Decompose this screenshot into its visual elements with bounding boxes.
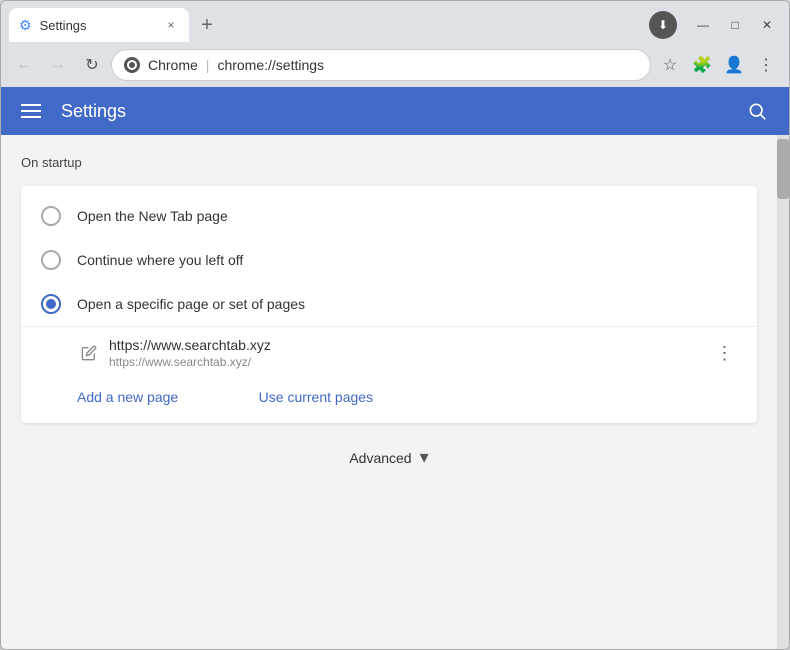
startup-option-newtab[interactable]: Open the New Tab page bbox=[21, 194, 757, 238]
hamburger-menu-button[interactable] bbox=[17, 100, 45, 122]
add-new-page-link[interactable]: Add a new page bbox=[21, 379, 198, 415]
on-startup-section: On startup Open the New Tab page Continu… bbox=[21, 155, 757, 423]
address-url-text: chrome://settings bbox=[217, 57, 638, 73]
radio-specific-label: Open a specific page or set of pages bbox=[77, 296, 305, 312]
radio-specific-fill bbox=[46, 299, 56, 309]
browser-frame: ⚙ Settings × + ⬇ — □ ✕ ← → ↻ Chrome | ch… bbox=[0, 0, 790, 650]
tab-favicon: ⚙ bbox=[19, 17, 32, 34]
radio-continue-label: Continue where you left off bbox=[77, 252, 243, 268]
minimize-button[interactable]: — bbox=[689, 11, 717, 39]
hamburger-line-1 bbox=[21, 104, 41, 106]
active-tab[interactable]: ⚙ Settings × bbox=[9, 8, 189, 42]
reload-button[interactable]: ↻ bbox=[77, 50, 107, 80]
settings-page-title: Settings bbox=[61, 101, 741, 122]
nav-actions: ☆ 🧩 👤 ⋮ bbox=[655, 50, 781, 80]
extensions-button[interactable]: 🧩 bbox=[687, 50, 717, 80]
hamburger-line-2 bbox=[21, 110, 41, 112]
browser-menu-button[interactable]: ⋮ bbox=[751, 50, 781, 80]
radio-continue[interactable] bbox=[41, 250, 61, 270]
settings-scroll-area[interactable]: On startup Open the New Tab page Continu… bbox=[1, 135, 777, 649]
startup-card: Open the New Tab page Continue where you… bbox=[21, 186, 757, 423]
scrollbar-thumb[interactable] bbox=[777, 139, 789, 199]
radio-newtab[interactable] bbox=[41, 206, 61, 226]
url-info: https://www.searchtab.xyz https://www.se… bbox=[109, 337, 705, 369]
search-icon bbox=[747, 101, 767, 121]
advanced-label: Advanced bbox=[349, 450, 411, 466]
scrollbar-track bbox=[777, 135, 789, 649]
address-divider: | bbox=[206, 57, 210, 73]
nav-bar: ← → ↻ Chrome | chrome://settings ☆ 🧩 👤 ⋮ bbox=[1, 43, 789, 87]
download-button[interactable]: ⬇ bbox=[649, 11, 677, 39]
profile-button[interactable]: 👤 bbox=[719, 50, 749, 80]
tab-title: Settings bbox=[40, 18, 155, 33]
url-edit-icon bbox=[77, 341, 101, 365]
startup-option-continue[interactable]: Continue where you left off bbox=[21, 238, 757, 282]
maximize-button[interactable]: □ bbox=[721, 11, 749, 39]
bookmark-button[interactable]: ☆ bbox=[655, 50, 685, 80]
close-button[interactable]: ✕ bbox=[753, 11, 781, 39]
advanced-section[interactable]: Advanced ▾ bbox=[21, 423, 757, 492]
url-menu-button[interactable]: ⋮ bbox=[713, 341, 737, 365]
window-controls: ⬇ — □ ✕ bbox=[649, 11, 781, 39]
title-bar: ⚙ Settings × + ⬇ — □ ✕ bbox=[1, 1, 789, 43]
address-brand-text: Chrome bbox=[148, 57, 198, 73]
radio-specific[interactable] bbox=[41, 294, 61, 314]
address-brand-icon bbox=[124, 57, 140, 73]
hamburger-line-3 bbox=[21, 116, 41, 118]
radio-newtab-label: Open the New Tab page bbox=[77, 208, 228, 224]
back-button[interactable]: ← bbox=[9, 50, 39, 80]
forward-button[interactable]: → bbox=[43, 50, 73, 80]
settings-search-button[interactable] bbox=[741, 95, 773, 127]
url-secondary-text: https://www.searchtab.xyz/ bbox=[109, 355, 705, 369]
url-primary-text: https://www.searchtab.xyz bbox=[109, 337, 705, 353]
startup-option-specific[interactable]: Open a specific page or set of pages bbox=[21, 282, 757, 326]
tab-close-button[interactable]: × bbox=[163, 17, 179, 33]
settings-header: Settings bbox=[1, 87, 789, 135]
use-current-pages-link[interactable]: Use current pages bbox=[203, 379, 393, 415]
content-area: On startup Open the New Tab page Continu… bbox=[1, 135, 789, 649]
on-startup-title: On startup bbox=[21, 155, 757, 170]
advanced-chevron-icon: ▾ bbox=[420, 447, 429, 468]
new-tab-button[interactable]: + bbox=[193, 11, 221, 39]
address-bar[interactable]: Chrome | chrome://settings bbox=[111, 49, 651, 81]
startup-url-entry: https://www.searchtab.xyz https://www.se… bbox=[21, 326, 757, 379]
